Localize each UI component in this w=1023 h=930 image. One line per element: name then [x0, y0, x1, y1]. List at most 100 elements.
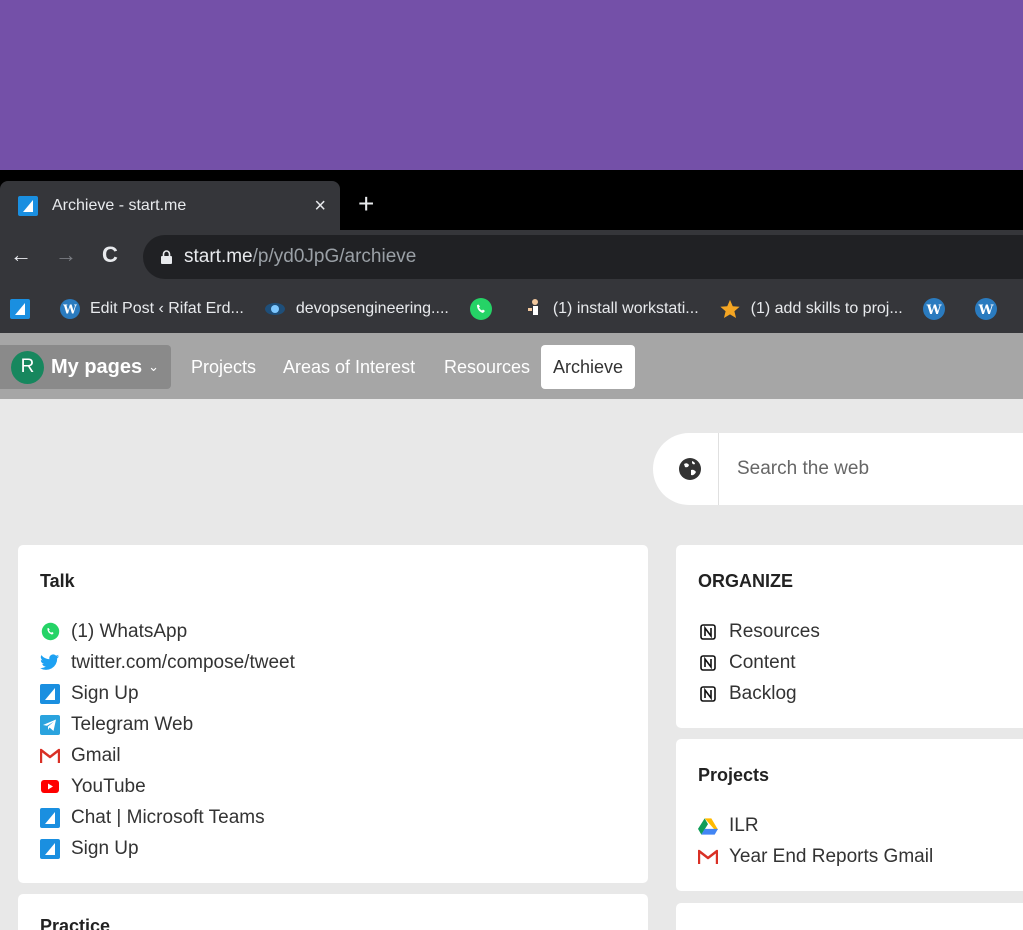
startme-icon	[40, 807, 60, 828]
list-item[interactable]: Telegram Web	[40, 709, 295, 740]
star-icon	[720, 299, 740, 318]
link-label: YouTube	[71, 775, 146, 797]
tab-strip: Archieve - start.me × +	[0, 170, 1023, 230]
tab-projects[interactable]: Projects	[191, 357, 256, 378]
list-item[interactable]: YouTube	[40, 771, 295, 802]
list-item[interactable]: twitter.com/compose/tweet	[40, 647, 295, 678]
list-item[interactable]: Chat | Microsoft Teams	[40, 802, 295, 833]
whatsapp-icon	[41, 622, 59, 641]
tab-areas-of-interest[interactable]: Areas of Interest	[283, 357, 415, 378]
list-item[interactable]: Year End Reports Gmail	[698, 841, 933, 872]
devops-icon	[264, 302, 285, 315]
notion-icon	[700, 623, 716, 640]
widget-title: Projects	[698, 765, 770, 785]
startme-icon	[40, 838, 60, 859]
bookmark-wordpress-2[interactable]: W	[922, 297, 955, 320]
avatar: R	[11, 350, 44, 384]
whatsapp-icon	[469, 297, 492, 320]
link-label: ILR	[729, 814, 759, 836]
list-item[interactable]: Resources	[698, 616, 820, 647]
bookmark-label: (1) add skills to proj...	[750, 299, 903, 317]
lock-icon	[161, 250, 172, 264]
list-item[interactable]: Gmail	[40, 740, 295, 771]
list-item[interactable]: Content	[698, 647, 820, 678]
tab-title: Archieve - start.me	[52, 196, 187, 214]
twitter-icon	[40, 654, 60, 670]
globe-icon[interactable]	[678, 457, 702, 481]
startme-icon	[10, 298, 30, 319]
reload-button[interactable]: C	[102, 244, 118, 266]
bookmark-add-skills[interactable]: (1) add skills to proj...	[719, 298, 903, 320]
link-label: Year End Reports Gmail	[729, 845, 934, 867]
page-navigation: R My pages ⌄ Projects Areas of Interest …	[0, 333, 1023, 399]
new-tab-button[interactable]: +	[358, 190, 374, 218]
link-label: Sign Up	[71, 837, 139, 859]
gmail-icon	[698, 849, 718, 864]
gmail-icon	[40, 748, 60, 763]
bookmark-label: devopsengineering....	[295, 299, 449, 317]
widget-practice: Practice	[18, 894, 648, 930]
startme-icon	[40, 683, 60, 704]
wordpress-icon: W	[922, 297, 945, 320]
bookmarks-bar: W Edit Post ‹ Rifat Erd... devopsenginee…	[0, 284, 1023, 333]
widget-title: Talk	[40, 571, 75, 591]
forward-button[interactable]: →	[55, 244, 77, 266]
list-item[interactable]: (1) WhatsApp	[40, 616, 295, 647]
bookmark-install-workstation[interactable]: (1) install workstati...	[523, 298, 699, 320]
link-label: Chat | Microsoft Teams	[71, 806, 265, 828]
link-label: Sign Up	[71, 682, 139, 704]
bookmark-wordpress-3[interactable]: W	[974, 297, 1007, 320]
svg-text:W: W	[62, 302, 77, 316]
link-label: Backlog	[729, 682, 797, 704]
link-label: Content	[729, 651, 796, 673]
address-bar[interactable]: start.me/p/yd0JpG/archieve	[143, 235, 1023, 279]
telegram-icon	[40, 714, 60, 735]
bookmark-devops[interactable]: devopsengineering....	[264, 299, 449, 319]
list-item[interactable]: ILR	[698, 810, 933, 841]
list-item[interactable]: Sign Up	[40, 833, 295, 864]
browser-toolbar: ← → C start.me/p/yd0JpG/archieve	[0, 230, 1023, 284]
notion-icon	[700, 685, 716, 702]
close-tab-icon[interactable]: ×	[314, 196, 326, 216]
link-list: Resources Content Backlog	[698, 616, 820, 709]
my-pages-label: My pages	[51, 355, 143, 378]
google-drive-icon	[698, 817, 718, 835]
tab-archieve[interactable]: Archieve	[541, 345, 636, 389]
search-bar[interactable]: Search the web	[653, 433, 1023, 505]
youtube-icon	[41, 780, 59, 793]
widget-talk: Talk (1) WhatsApp twitter.com/compose/tw…	[18, 545, 648, 883]
widget-projects: Projects ILR Year End Reports Gmail	[676, 739, 1023, 891]
search-divider	[718, 433, 719, 505]
notion-icon	[700, 654, 716, 671]
search-input[interactable]: Search the web	[737, 458, 869, 480]
bookmark-whatsapp[interactable]	[469, 297, 503, 321]
svg-text:W: W	[925, 302, 941, 317]
desktop-background	[0, 0, 1023, 170]
my-pages-dropdown[interactable]: R My pages ⌄	[0, 345, 171, 389]
startme-icon	[18, 195, 38, 216]
link-label: Telegram Web	[71, 713, 194, 735]
back-button[interactable]: ←	[10, 244, 32, 266]
link-list: ILR Year End Reports Gmail	[698, 810, 933, 872]
list-item[interactable]: Backlog	[698, 678, 820, 709]
link-label: Gmail	[71, 744, 121, 766]
tab-resources[interactable]: Resources	[444, 357, 530, 378]
browser-tab[interactable]: Archieve - start.me ×	[0, 181, 340, 230]
link-label: (1) WhatsApp	[71, 620, 188, 642]
url-host: start.me	[184, 246, 253, 267]
widget-organize: ORGANIZE Resources Content Backlog	[676, 545, 1023, 728]
widget-title: Practice	[40, 916, 111, 930]
list-item[interactable]: Sign Up	[40, 678, 295, 709]
figure-icon	[527, 298, 538, 315]
chevron-down-icon: ⌄	[148, 359, 160, 374]
url-path: /p/yd0JpG/archieve	[252, 246, 417, 267]
bookmark-label: Edit Post ‹ Rifat Erd...	[90, 299, 244, 317]
link-label: Resources	[729, 620, 820, 642]
widget-card	[676, 903, 1023, 930]
bookmark-edit-post[interactable]: W Edit Post ‹ Rifat Erd...	[60, 298, 244, 319]
bookmark-label: (1) install workstati...	[552, 299, 699, 317]
wordpress-icon: W	[60, 298, 80, 319]
link-label: twitter.com/compose/tweet	[71, 651, 295, 673]
wordpress-icon: W	[974, 297, 997, 320]
bookmark-startme[interactable]	[10, 298, 40, 319]
